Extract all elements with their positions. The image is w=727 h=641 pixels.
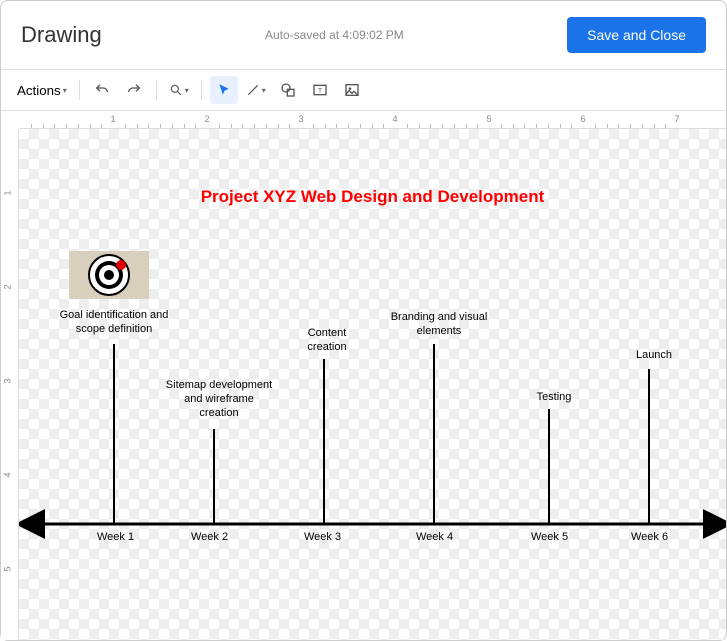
drawing-canvas[interactable]: Project XYZ Web Design and Development	[19, 129, 726, 640]
image-tool[interactable]	[338, 76, 366, 104]
separator	[79, 80, 80, 100]
separator	[156, 80, 157, 100]
line-tool[interactable]	[242, 76, 270, 104]
milestone-1-label[interactable]: Goal identification and scope definition	[44, 309, 184, 337]
toolbar: Actions T	[1, 70, 726, 111]
textbox-tool[interactable]: T	[306, 76, 334, 104]
axis-label-week1[interactable]: Week 1	[97, 531, 134, 543]
cursor-icon	[217, 83, 231, 97]
ruler-horizontal: 1234567	[19, 111, 726, 129]
shape-icon	[280, 82, 296, 98]
timeline-arrow[interactable]	[19, 129, 726, 640]
undo-icon	[94, 82, 110, 98]
axis-label-week2[interactable]: Week 2	[191, 531, 228, 543]
redo-button[interactable]	[120, 76, 148, 104]
textbox-icon: T	[312, 82, 328, 98]
axis-label-week6[interactable]: Week 6	[631, 531, 668, 543]
line-icon	[246, 83, 260, 97]
canvas-area: 1234567 12345 Project XYZ Web Design and…	[1, 111, 726, 640]
separator	[201, 80, 202, 100]
actions-menu[interactable]: Actions	[13, 76, 71, 104]
image-icon	[344, 82, 360, 98]
milestone-6-label[interactable]: Launch	[619, 349, 689, 363]
milestone-5-label[interactable]: Testing	[519, 391, 589, 405]
milestone-2-label[interactable]: Sitemap development and wireframe creati…	[164, 379, 274, 420]
shape-tool[interactable]	[274, 76, 302, 104]
dialog-header: Drawing Auto-saved at 4:09:02 PM Save an…	[1, 1, 726, 70]
axis-label-week3[interactable]: Week 3	[304, 531, 341, 543]
drawing-content: Project XYZ Web Design and Development	[19, 129, 726, 640]
autosave-status: Auto-saved at 4:09:02 PM	[265, 28, 404, 42]
select-tool[interactable]	[210, 76, 238, 104]
axis-label-week4[interactable]: Week 4	[416, 531, 453, 543]
dialog-title: Drawing	[21, 22, 102, 48]
undo-button[interactable]	[88, 76, 116, 104]
milestone-3-label[interactable]: Content creation	[287, 327, 367, 355]
ruler-vertical: 12345	[1, 129, 19, 640]
redo-icon	[126, 82, 142, 98]
svg-text:T: T	[318, 88, 322, 95]
zoom-icon	[169, 83, 183, 97]
axis-label-week5[interactable]: Week 5	[531, 531, 568, 543]
milestone-4-label[interactable]: Branding and visual elements	[389, 311, 489, 339]
save-and-close-button[interactable]: Save and Close	[567, 17, 706, 53]
zoom-menu[interactable]	[165, 76, 193, 104]
